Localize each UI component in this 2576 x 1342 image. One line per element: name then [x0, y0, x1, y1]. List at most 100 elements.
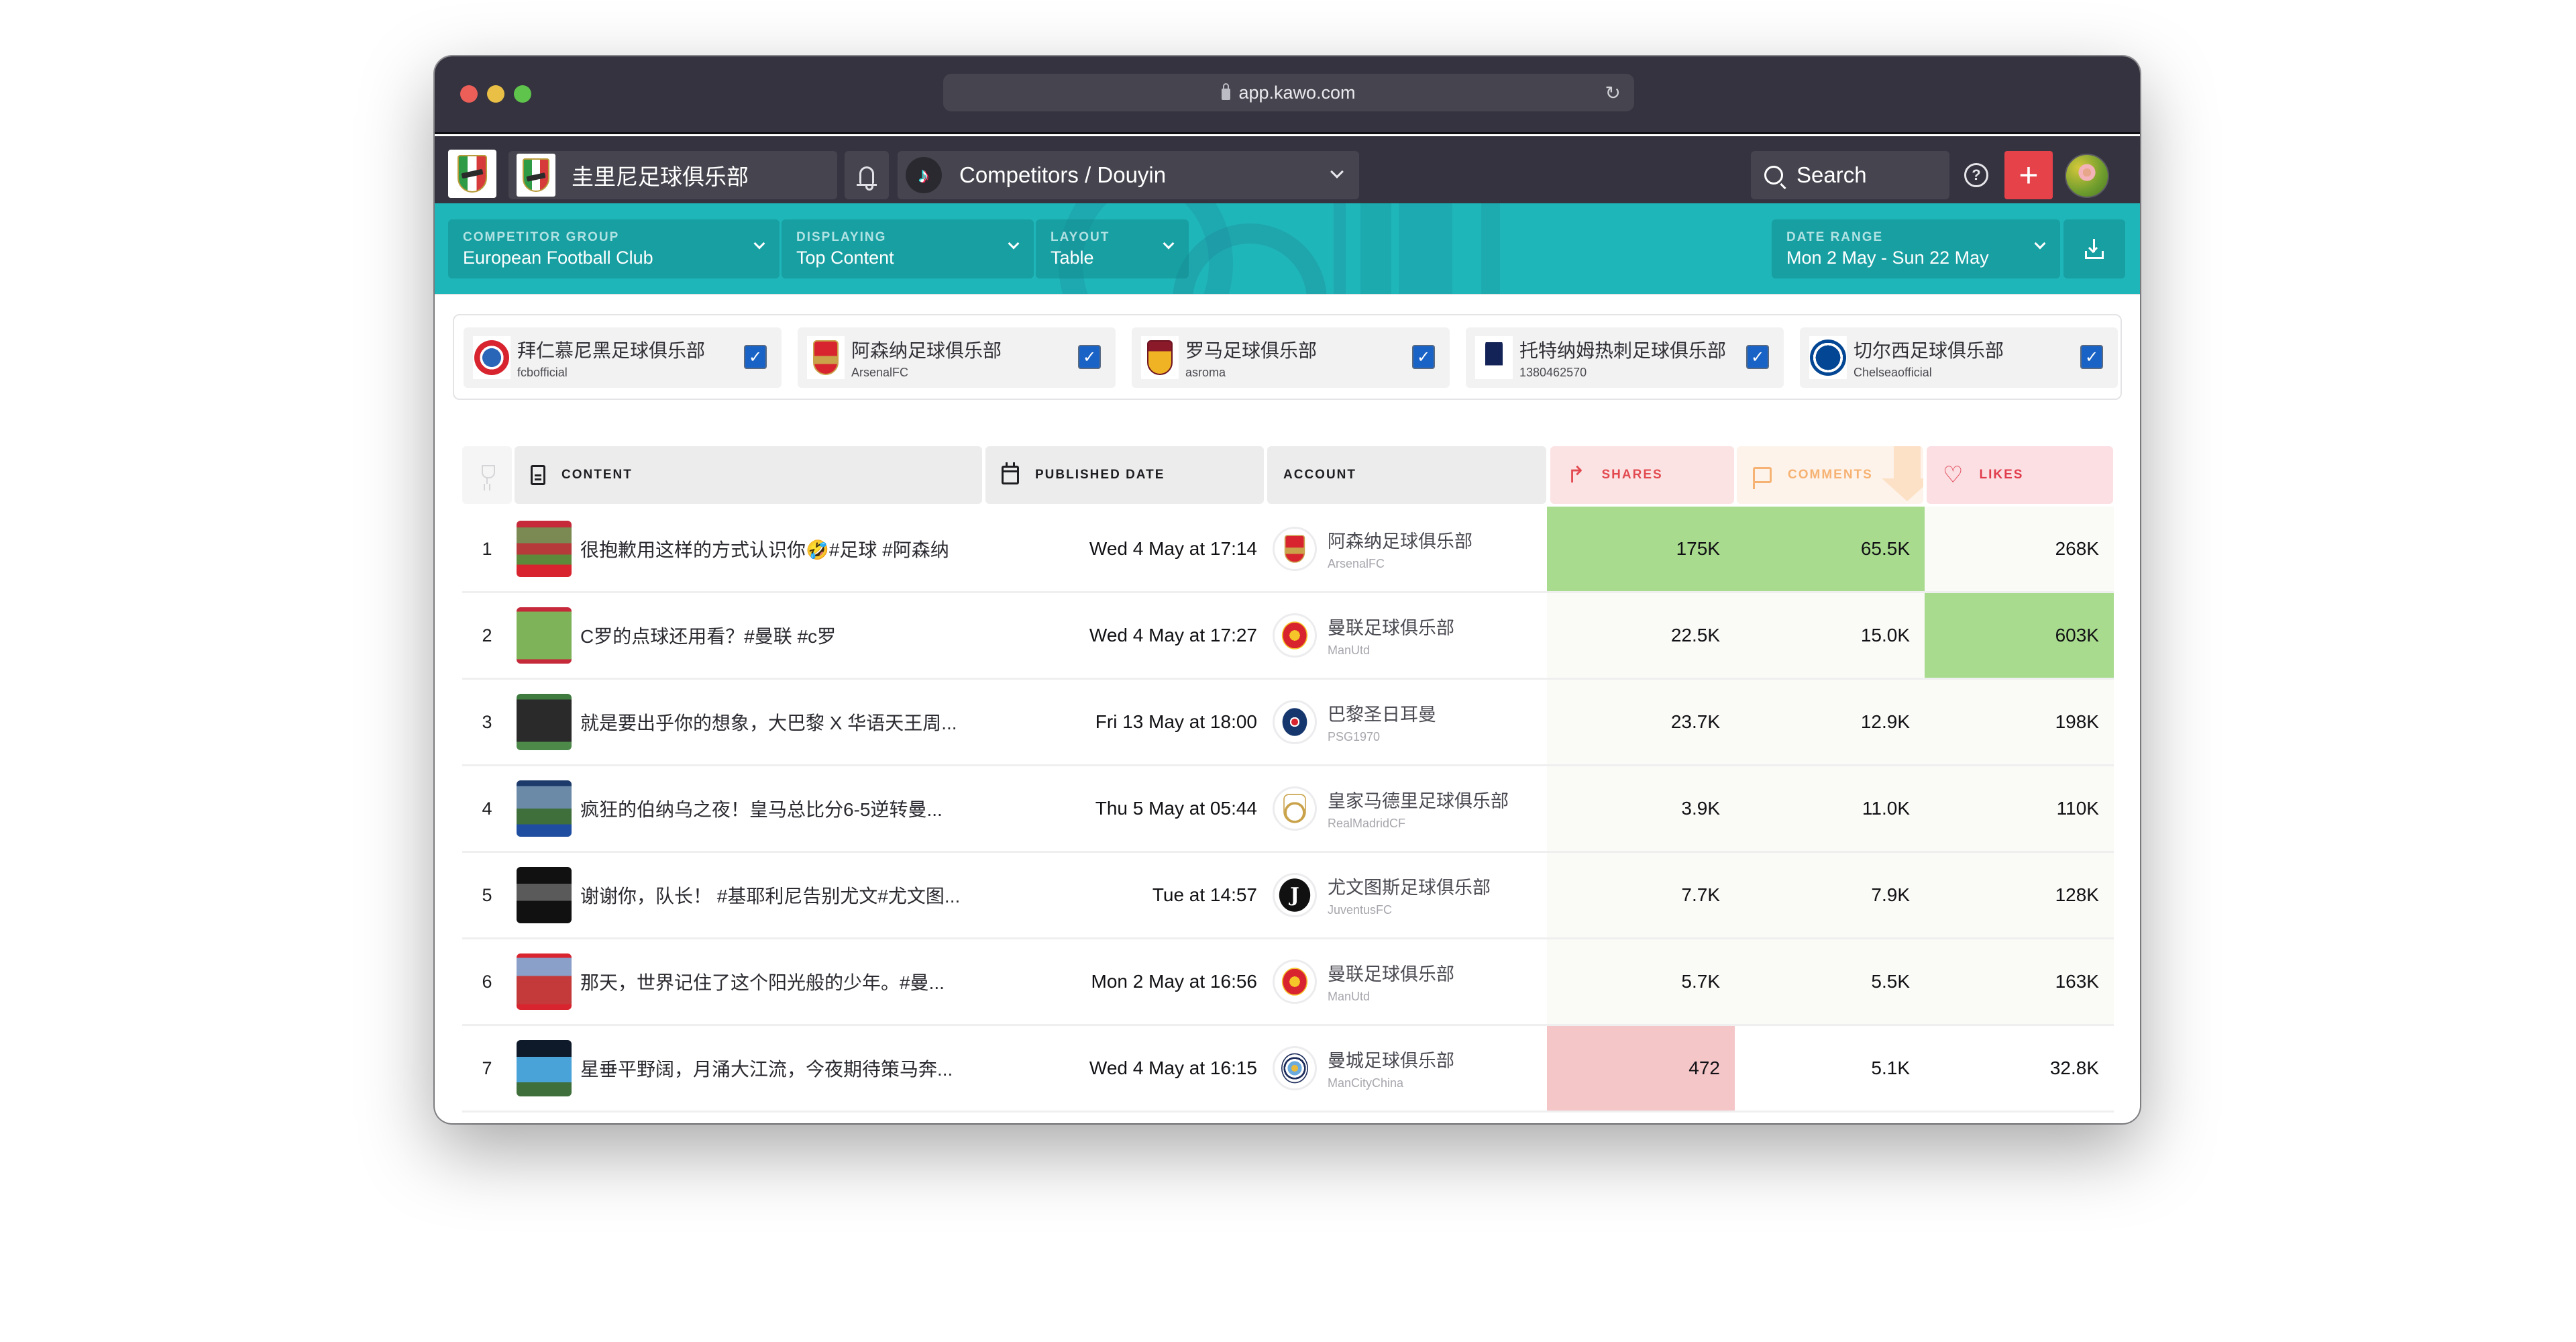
account-handle: RealMadridCF: [1328, 817, 1406, 830]
post-caption[interactable]: 就是要出乎你的想象，大巴黎 X 华语天王周...: [580, 680, 976, 764]
close-window-button[interactable]: [460, 85, 478, 103]
competitor-chip[interactable]: 阿森纳足球俱乐部 ArsenalFC ✓: [798, 327, 1116, 388]
account-name: 阿森纳足球俱乐部: [1328, 531, 1472, 552]
competitor-chip[interactable]: 拜仁慕尼黑足球俱乐部 fcbofficial ✓: [464, 327, 782, 388]
competitor-handle: 1380462570: [1519, 365, 1587, 379]
comments-column-header[interactable]: COMMENTS: [1737, 446, 1923, 504]
comment-icon: [1753, 467, 1772, 489]
address-bar[interactable]: app.kawo.com ↻: [943, 74, 1634, 111]
competitor-checkbox[interactable]: ✓: [1412, 345, 1435, 369]
dropdown-label: DATE RANGE: [1786, 230, 1884, 244]
post-caption[interactable]: C罗的点球还用看？#曼联 #c罗: [580, 593, 976, 678]
competitor-chip[interactable]: 罗马足球俱乐部 asroma ✓: [1132, 327, 1450, 388]
post-thumbnail[interactable]: [516, 507, 572, 591]
account-info: 曼联足球俱乐部 ManUtd: [1328, 593, 1549, 678]
account-handle: ManUtd: [1328, 990, 1371, 1003]
competitor-selector: 拜仁慕尼黑足球俱乐部 fcbofficial ✓ 阿森纳足球俱乐部 ArsenalFC ✓…: [453, 314, 2122, 400]
account-name: 曼城足球俱乐部: [1328, 1051, 1454, 1071]
published-date-column-header[interactable]: PUBLISHED DATE: [985, 446, 1264, 504]
post-thumbnail[interactable]: [516, 593, 572, 678]
channel-selector[interactable]: ♪ Competitors / Douyin: [898, 151, 1359, 199]
post-caption[interactable]: 星垂平野阔，月涌大江流，今夜期待策马奔...: [580, 1026, 976, 1111]
competitor-handle: Chelseaofficial: [1854, 365, 1932, 379]
notifications-button[interactable]: [845, 151, 889, 199]
table-row[interactable]: 7 星垂平野阔，月涌大江流，今夜期待策马奔... Wed 4 May at 16:1…: [462, 1026, 2114, 1113]
table-row[interactable]: 3 就是要出乎你的想象，大巴黎 X 华语天王周... Fri 13 May at 1…: [462, 680, 2114, 766]
table-row[interactable]: 6 那天，世界记住了这个阳光般的少年。#曼... Mon 2 May at 16:5…: [462, 939, 2114, 1026]
shares-value: 23.7K: [1547, 680, 1735, 764]
header-label: CONTENT: [561, 468, 633, 482]
post-caption[interactable]: 那天，世界记住了这个阳光般的少年。#曼...: [580, 939, 976, 1024]
roma-badge-icon: [1147, 340, 1173, 375]
row-rank: 3: [482, 711, 492, 732]
channel-name: Competitors / Douyin: [959, 162, 1167, 187]
plus-icon: +: [2019, 156, 2039, 194]
post-caption[interactable]: 疯狂的伯纳乌之夜！皇马总比分6-5逆转曼...: [580, 766, 976, 851]
likes-column-header[interactable]: ♡ LIKES: [1927, 446, 2113, 504]
organization-selector[interactable]: 圭里尼足球俱乐部: [508, 151, 837, 199]
comments-value: 7.9K: [1735, 853, 1925, 937]
competitor-chip[interactable]: 托特纳姆热刺足球俱乐部 1380462570 ✓: [1466, 327, 1784, 388]
organization-name: 圭里尼足球俱乐部: [572, 164, 749, 189]
account-info: 皇家马德里足球俱乐部 RealMadridCF: [1328, 766, 1549, 851]
competitor-name: 阿森纳足球俱乐部: [851, 340, 1002, 361]
post-thumbnail[interactable]: [516, 766, 572, 851]
user-avatar[interactable]: [2065, 154, 2109, 198]
reload-icon[interactable]: ↻: [1605, 82, 1621, 104]
competitor-checkbox[interactable]: ✓: [2080, 345, 2103, 369]
table-row[interactable]: 2 C罗的点球还用看？#曼联 #c罗 Wed 4 May at 17:27 曼联足球俱…: [462, 593, 2114, 680]
competitor-chip[interactable]: 切尔西足球俱乐部 Chelseaofficial ✓: [1800, 327, 2118, 388]
content-column-header[interactable]: CONTENT: [515, 446, 982, 504]
displaying-dropdown[interactable]: DISPLAYING Top Content: [782, 219, 1034, 278]
club-logo: [807, 336, 845, 379]
layout-dropdown[interactable]: LAYOUT Table: [1036, 219, 1189, 278]
account-name: 巴黎圣日耳曼: [1328, 705, 1436, 725]
decorative-shape: [1334, 203, 1346, 294]
post-thumbnail[interactable]: [516, 939, 572, 1024]
table-row[interactable]: 4 疯狂的伯纳乌之夜！皇马总比分6-5逆转曼... Thu 5 May at 05:…: [462, 766, 2114, 853]
thumbnail-image: [517, 694, 572, 750]
shares-value: 175K: [1547, 507, 1735, 591]
heart-icon: ♡: [1943, 462, 1964, 488]
date-range-dropdown[interactable]: DATE RANGE Mon 2 May - Sun 22 May: [1772, 219, 2060, 278]
shares-value: 7.7K: [1547, 853, 1735, 937]
likes-value: 603K: [1925, 593, 2114, 678]
minimize-window-button[interactable]: [487, 85, 504, 103]
document-icon: [531, 465, 545, 485]
arsenal-badge-icon: [1284, 535, 1305, 563]
competitor-info: 罗马足球俱乐部 asroma: [1185, 336, 1317, 380]
brand-logo[interactable]: [448, 150, 496, 198]
competitor-group-dropdown[interactable]: COMPETITOR GROUP European Football Club: [448, 219, 780, 278]
competitor-checkbox[interactable]: ✓: [1078, 345, 1101, 369]
post-thumbnail[interactable]: [516, 680, 572, 764]
table-row[interactable]: 1 很抱歉用这样的方式认识你🤣#足球 #阿森纳 Wed 4 May at 17:14…: [462, 507, 2114, 593]
post-caption[interactable]: 很抱歉用这样的方式认识你🤣#足球 #阿森纳: [580, 507, 976, 591]
thumbnail-image: [517, 780, 572, 837]
competitor-checkbox[interactable]: ✓: [744, 345, 767, 369]
shares-column-header[interactable]: ↱ SHARES: [1550, 446, 1734, 504]
account-avatar: [1273, 593, 1317, 678]
table-row[interactable]: 5 谢谢你，队长！ #基耶利尼告别尤文#尤文图... Tue at 14:57 J 尤文…: [462, 853, 2114, 939]
post-caption[interactable]: 谢谢你，队长！ #基耶利尼告别尤文#尤文图...: [580, 853, 976, 937]
competitor-name: 罗马足球俱乐部: [1185, 340, 1318, 361]
competitor-checkbox[interactable]: ✓: [1746, 345, 1769, 369]
account-column-header[interactable]: ACCOUNT: [1267, 446, 1546, 504]
download-button[interactable]: [2063, 219, 2125, 278]
dropdown-value: Table: [1051, 248, 1094, 268]
shares-value: 3.9K: [1547, 766, 1735, 851]
published-date: Wed 4 May at 17:27: [1089, 625, 1257, 646]
help-button[interactable]: ?: [1964, 163, 1988, 187]
post-thumbnail[interactable]: [516, 853, 572, 937]
create-button[interactable]: +: [2004, 151, 2053, 199]
search-button[interactable]: Search: [1751, 151, 1949, 199]
account-handle: ManCityChina: [1328, 1076, 1404, 1090]
organization-avatar: [517, 154, 555, 197]
post-thumbnail[interactable]: [516, 1026, 572, 1111]
spurs-badge-icon: [1485, 338, 1503, 377]
search-icon: [1764, 166, 1783, 185]
shares-value: 22.5K: [1547, 593, 1735, 678]
account-info: 曼城足球俱乐部 ManCityChina: [1328, 1026, 1549, 1111]
account-name: 曼联足球俱乐部: [1328, 618, 1454, 638]
maximize-window-button[interactable]: [514, 85, 531, 103]
account-avatar: [1273, 1026, 1317, 1111]
